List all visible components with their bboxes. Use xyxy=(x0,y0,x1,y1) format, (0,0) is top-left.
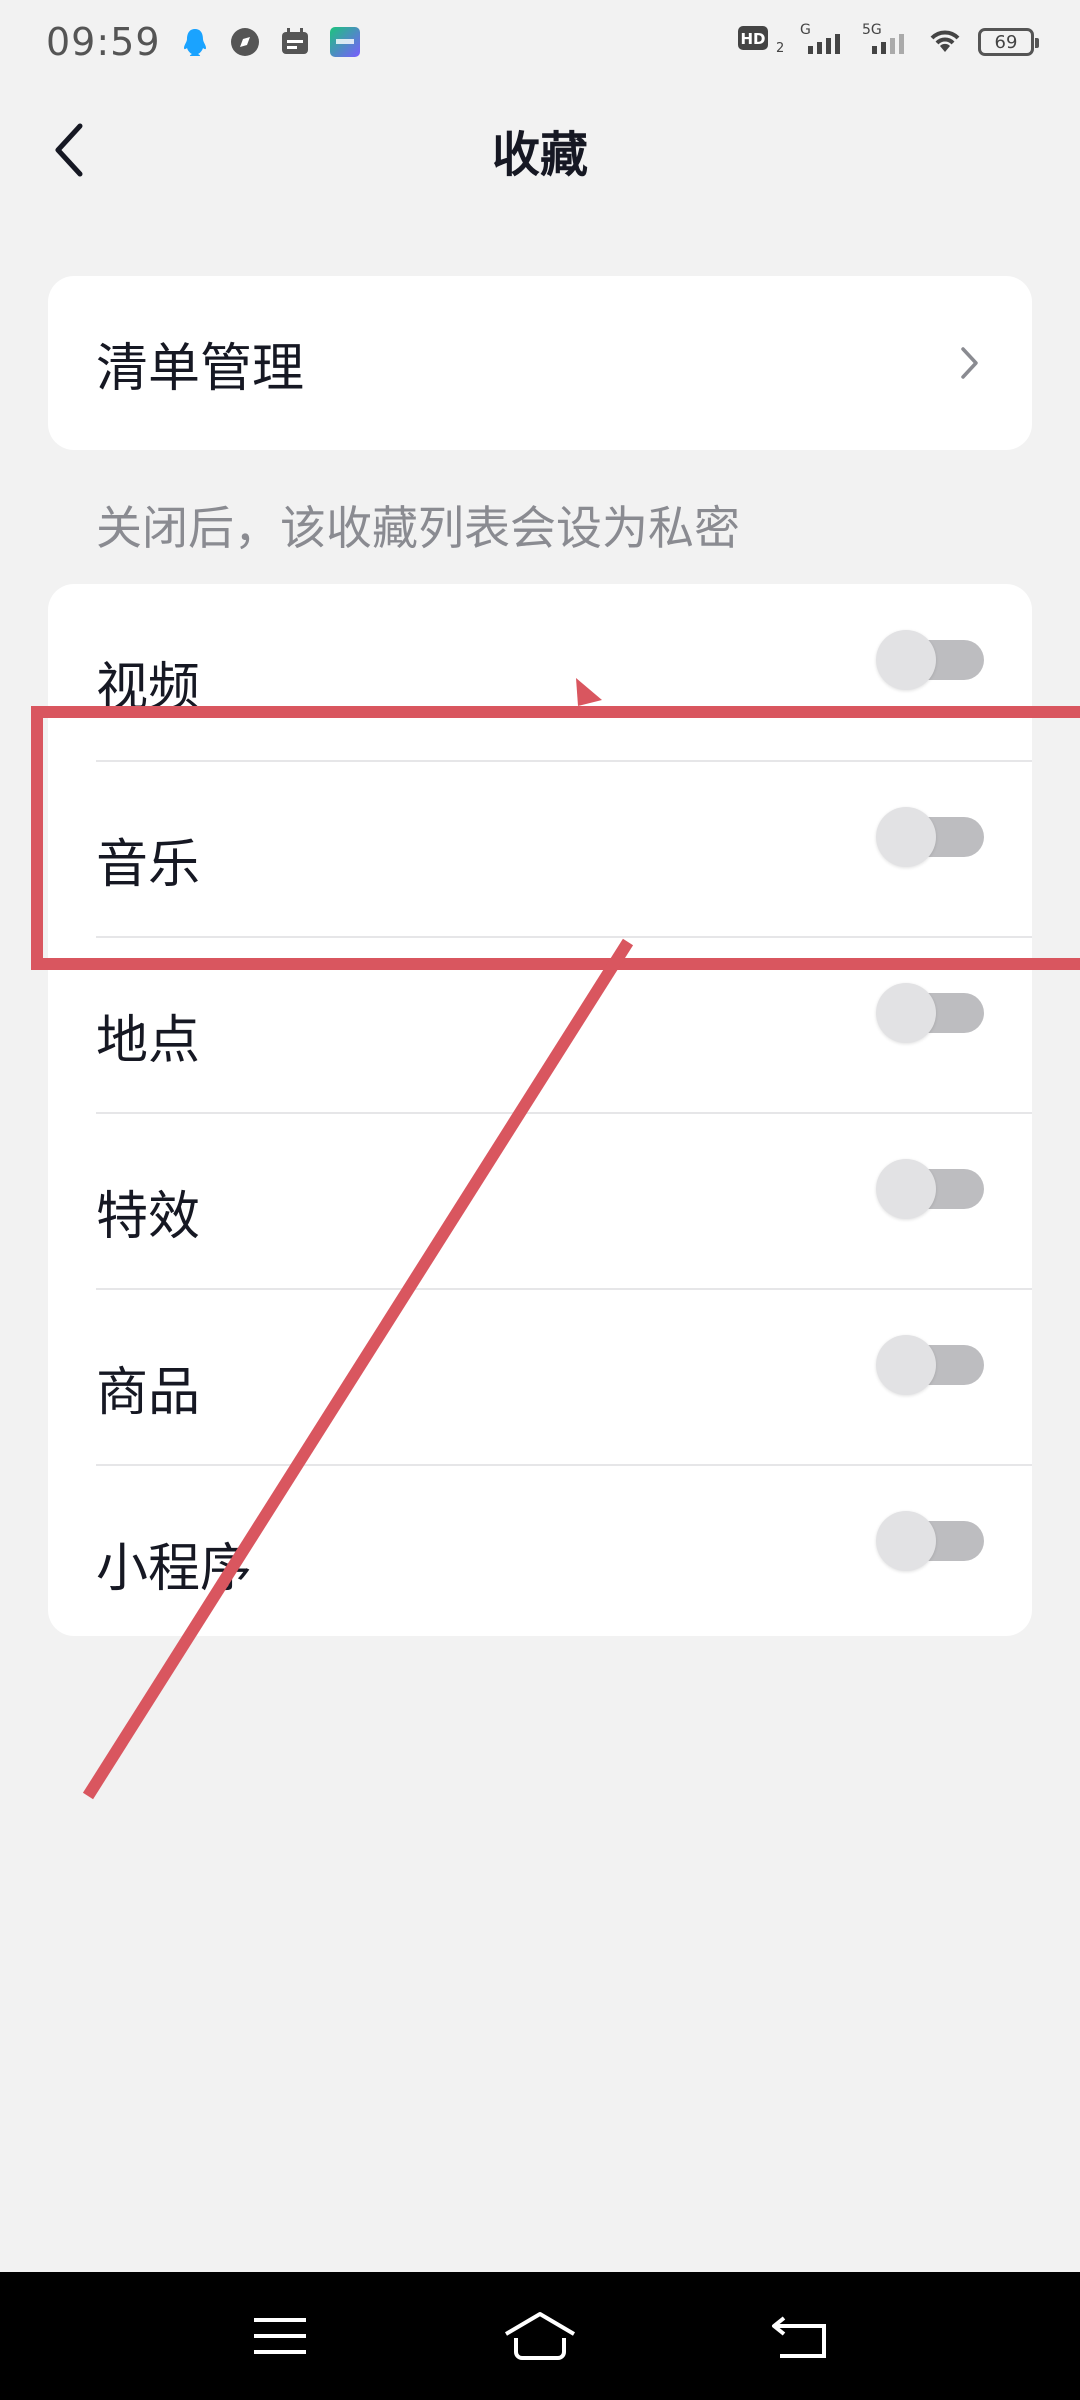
svg-text:G: G xyxy=(800,22,811,38)
toggle-label: 商品 xyxy=(96,1362,201,1423)
visibility-toggle-card: 视频 音乐 地点 特效 商品 小程序 xyxy=(48,584,1032,1636)
status-right: HD 2 G 5G 69 xyxy=(738,22,1039,62)
toggle-row-products: 商品 xyxy=(96,1288,1032,1464)
calendar-icon xyxy=(279,26,311,58)
toggle-label: 音乐 xyxy=(96,834,201,895)
status-time: 09:59 xyxy=(46,20,161,64)
toggle-row-location: 地点 xyxy=(96,936,1032,1112)
battery-level: 69 xyxy=(994,31,1018,53)
toggle-label: 小程序 xyxy=(96,1538,253,1599)
menu-button[interactable] xyxy=(240,2296,320,2376)
menu-icon xyxy=(254,2318,306,2354)
music-toggle[interactable] xyxy=(876,807,984,867)
iqiyi-icon xyxy=(329,26,361,58)
toggle-label: 特效 xyxy=(96,1186,201,1247)
status-left: 09:59 xyxy=(46,20,361,64)
svg-text:HD: HD xyxy=(740,30,765,48)
mini-programs-toggle[interactable] xyxy=(876,1511,984,1571)
signal-icon: G xyxy=(798,22,848,62)
toggle-label: 视频 xyxy=(96,657,201,718)
location-toggle[interactable] xyxy=(876,983,984,1043)
back-icon xyxy=(772,2316,826,2358)
toggle-row-video: 视频 xyxy=(96,584,1032,760)
list-management-row[interactable]: 清单管理 xyxy=(48,276,1032,450)
back-nav-button[interactable] xyxy=(760,2296,840,2376)
compass-icon xyxy=(229,26,261,58)
svg-text:5G: 5G xyxy=(862,22,882,38)
toggle-row-effects: 特效 xyxy=(96,1112,1032,1288)
effects-toggle[interactable] xyxy=(876,1159,984,1219)
hd-icon: HD 2 xyxy=(738,22,784,62)
toggle-label: 地点 xyxy=(96,1010,201,1071)
battery-icon: 69 xyxy=(978,28,1039,56)
back-arrow-icon xyxy=(55,123,83,177)
back-button[interactable] xyxy=(40,120,100,180)
video-toggle[interactable] xyxy=(876,630,984,690)
products-toggle[interactable] xyxy=(876,1335,984,1395)
signal-5g-icon: 5G xyxy=(862,22,912,62)
page-title: 收藏 xyxy=(491,127,588,183)
chevron-right-icon xyxy=(961,347,978,379)
toggle-row-music: 音乐 xyxy=(96,760,1032,936)
manage-card: 清单管理 xyxy=(48,276,1032,450)
wifi-icon xyxy=(926,22,964,62)
home-icon xyxy=(504,2312,576,2360)
status-bar: 09:59 HD 2 G 5G 69 xyxy=(0,0,1080,84)
svg-text:2: 2 xyxy=(776,41,784,56)
privacy-hint: 关闭后，该收藏列表会设为私密 xyxy=(96,501,740,555)
system-navigation-bar xyxy=(0,2272,1080,2400)
home-button[interactable] xyxy=(500,2296,580,2376)
list-management-label: 清单管理 xyxy=(96,338,305,399)
toggle-row-mini-programs: 小程序 xyxy=(96,1464,1032,1640)
qq-icon xyxy=(179,26,211,58)
header: 收藏 xyxy=(0,100,1080,200)
